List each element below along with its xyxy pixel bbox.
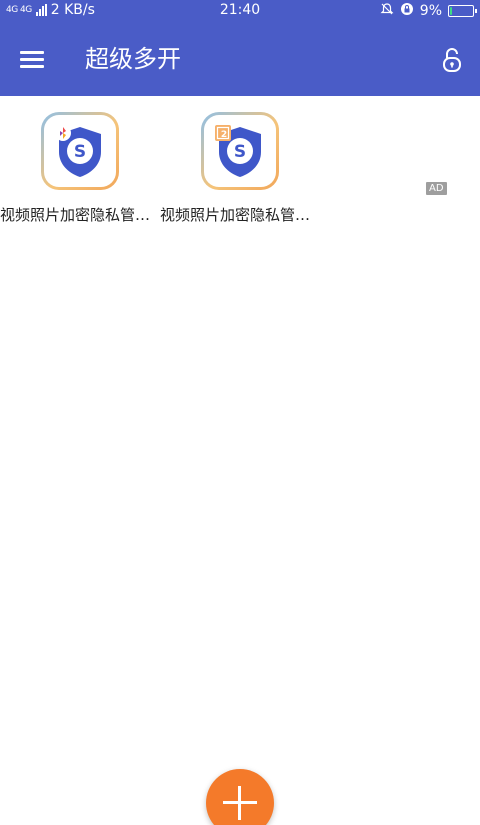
clone-2-badge-icon: 2 <box>215 125 231 141</box>
svg-text:S: S <box>234 142 246 162</box>
battery-percent: 9% <box>419 3 442 19</box>
rotation-lock-icon <box>400 2 414 20</box>
ad-badge[interactable]: AD <box>426 182 447 195</box>
bell-off-icon <box>380 2 394 20</box>
app-label: 视频照片加密隐私管… <box>160 206 311 224</box>
app-icon: S <box>41 112 119 190</box>
status-bar: 4G 4G 2 KB/s 21:40 9% <box>0 0 480 22</box>
header: 4G 4G 2 KB/s 21:40 9% 超级多开 <box>0 0 480 96</box>
app-label: 视频照片加密隐私管… <box>0 206 151 224</box>
multi-color-badge-icon <box>55 125 71 141</box>
app-icon: S 2 <box>201 112 279 190</box>
menu-icon[interactable] <box>18 48 46 72</box>
svg-text:2: 2 <box>221 130 227 140</box>
battery-fill <box>450 7 452 15</box>
svg-text:S: S <box>74 142 86 162</box>
add-app-button[interactable] <box>206 769 274 825</box>
page-title: 超级多开 <box>85 45 181 73</box>
unlock-icon[interactable] <box>440 46 464 74</box>
app-bar: 超级多开 <box>0 24 480 96</box>
status-right: 9% <box>380 2 477 20</box>
app-tile[interactable]: S 2 视频照片加密隐私管… <box>160 96 320 236</box>
app-tile[interactable]: S 视频照片加密隐私管… <box>0 96 160 236</box>
battery-charging-icon <box>448 5 477 17</box>
